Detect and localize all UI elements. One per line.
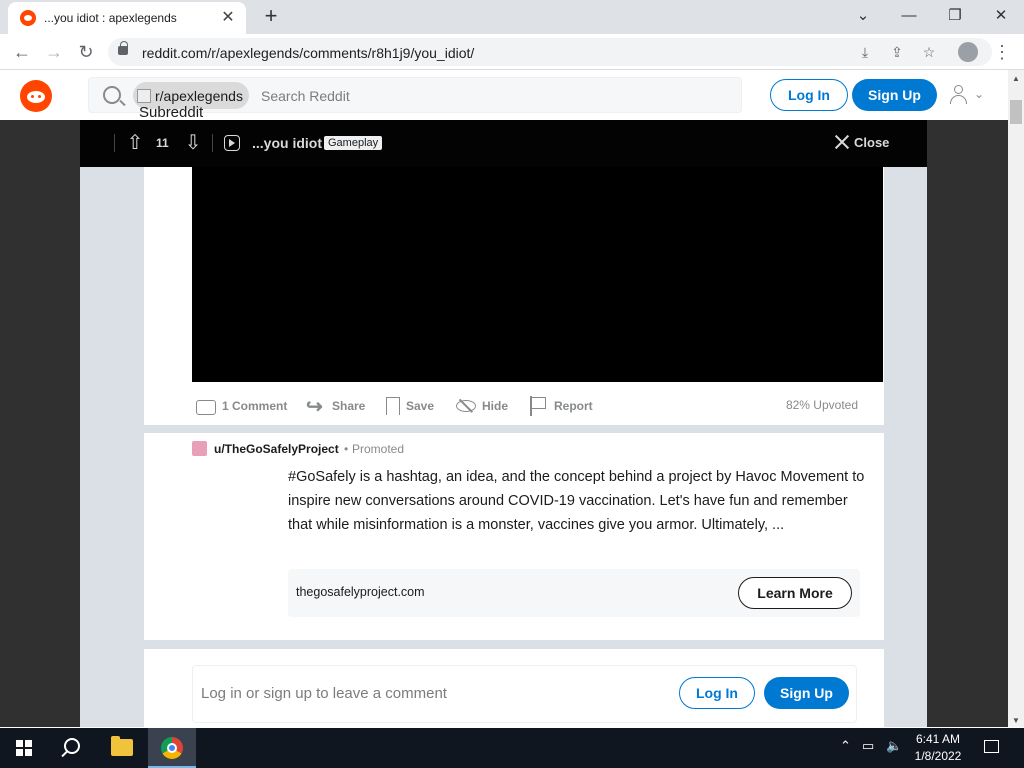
bookmark-icon (386, 397, 400, 415)
page-scrollbar[interactable]: ▲ ▼ (1008, 70, 1024, 727)
comment-login-box: Log in or sign up to leave a comment Log… (192, 665, 857, 723)
minimize-button[interactable]: — (886, 2, 932, 30)
comments-label: 1 Comment (222, 399, 288, 413)
volume-muted-icon[interactable]: 🔈 (886, 738, 902, 754)
tab-close-button[interactable]: ✕ (218, 8, 238, 28)
browser-toolbar: ← → ↻ reddit.com/r/apexlegends/comments/… (0, 34, 1024, 70)
windows-start-icon[interactable] (16, 740, 32, 756)
install-icon[interactable]: ⤓ (854, 42, 876, 62)
video-post-icon (224, 135, 240, 151)
address-bar[interactable]: reddit.com/r/apexlegends/comments/r8h1j9… (108, 38, 992, 66)
promoted-badge: Promoted (352, 442, 405, 456)
clock-time[interactable]: 6:41 AM (910, 732, 966, 746)
promoted-post-card: u/TheGoSafelyProject • Promoted #GoSafel… (144, 433, 884, 640)
taskbar-chrome-button[interactable] (148, 728, 196, 768)
window-close-button[interactable]: ✕ (978, 2, 1024, 30)
browser-tabstrip: ...you idiot : apexlegends ✕ + ⌄ — ❐ ✕ (0, 0, 1024, 34)
reload-icon[interactable]: ↻ (72, 38, 100, 66)
search-input[interactable]: Search Reddit (261, 88, 350, 104)
upvote-icon[interactable]: ⇧ (123, 131, 147, 155)
close-icon (834, 134, 850, 150)
reddit-logo-icon[interactable] (20, 80, 52, 112)
header-login-button[interactable]: Log In (770, 79, 848, 111)
close-label: Close (854, 135, 890, 150)
back-icon[interactable]: ← (8, 38, 36, 66)
network-icon[interactable]: ▭ (862, 738, 874, 754)
profile-avatar-icon[interactable] (958, 42, 978, 62)
scroll-down-icon[interactable]: ▼ (1012, 716, 1020, 725)
user-icon (954, 85, 963, 94)
comment-icon (196, 399, 216, 415)
upvote-ratio: 82% Upvoted (785, 398, 858, 412)
forward-icon[interactable]: → (40, 38, 68, 66)
hide-button[interactable]: Hide (456, 393, 508, 419)
lock-icon (118, 41, 128, 55)
reddit-favicon-icon (20, 10, 36, 26)
search-icon (103, 86, 121, 104)
hide-label: Hide (482, 399, 509, 413)
restore-button[interactable]: ❐ (932, 2, 978, 30)
comment-login-button[interactable]: Log In (679, 677, 755, 709)
promoted-domain[interactable]: thegosafelyproject.com (296, 585, 425, 599)
post-flair[interactable]: Gameplay (324, 136, 383, 150)
promoted-body-text[interactable]: #GoSafely is a hashtag, an idea, and the… (288, 465, 868, 537)
save-button[interactable]: Save (386, 393, 434, 419)
post-actions: 1 Comment Share Save Hide Report 82% Upv… (194, 393, 874, 419)
tray-chevron-up-icon[interactable]: ⌃ (840, 738, 851, 754)
browser-tab[interactable]: ...you idiot : apexlegends ✕ (8, 2, 246, 34)
chrome-icon (161, 737, 183, 759)
comment-card: Log in or sign up to leave a comment Log… (144, 649, 884, 727)
share-label: Share (332, 399, 366, 413)
user-menu-dropdown[interactable]: ⌄ (948, 84, 988, 106)
share-icon (306, 394, 326, 419)
post-overlay: ⇧ 11 ⇩ ...you idiot Gameplay Close 1 Com… (0, 120, 1008, 727)
subreddit-chip-label: r/apexlegends (155, 87, 243, 104)
promoted-separator: • (344, 442, 349, 456)
save-label: Save (406, 399, 435, 413)
subreddit-alt-text: Subreddit (139, 104, 204, 121)
file-explorer-icon[interactable] (111, 736, 133, 756)
report-label: Report (554, 399, 593, 413)
url-text[interactable]: reddit.com/r/apexlegends/comments/r8h1j9… (142, 45, 474, 61)
post-title: ...you idiot (252, 135, 322, 151)
comments-button[interactable]: 1 Comment (196, 393, 287, 419)
promoted-username[interactable]: u/TheGoSafelyProject (214, 442, 339, 456)
tab-title: ...you idiot : apexlegends (44, 11, 177, 25)
video-player[interactable] (192, 167, 883, 382)
post-top-bar: ⇧ 11 ⇩ ...you idiot Gameplay Close (80, 120, 927, 167)
share-page-icon[interactable]: ⇪ (886, 42, 908, 62)
promoted-link-box[interactable]: thegosafelyproject.com Learn More (288, 569, 860, 617)
browser-menu-icon[interactable]: ⋮ (992, 39, 1012, 65)
header-signup-button[interactable]: Sign Up (852, 79, 937, 111)
vote-count: 11 (156, 136, 169, 150)
comment-login-prompt: Log in or sign up to leave a comment (201, 685, 447, 702)
post-card: 1 Comment Share Save Hide Report 82% Upv… (144, 167, 884, 425)
scroll-up-icon[interactable]: ▲ (1012, 74, 1020, 83)
promoted-avatar (192, 441, 207, 456)
flag-icon (528, 396, 548, 416)
bookmark-star-icon[interactable]: ☆ (918, 42, 940, 62)
new-tab-button[interactable]: + (258, 4, 284, 30)
taskbar-search-icon[interactable] (64, 738, 80, 754)
downvote-icon[interactable]: ⇩ (181, 131, 205, 155)
report-button[interactable]: Report (528, 393, 593, 419)
scrollbar-thumb[interactable] (1010, 100, 1022, 124)
share-button[interactable]: Share (306, 393, 365, 419)
notifications-icon[interactable] (984, 740, 999, 753)
hide-eye-icon (456, 400, 476, 412)
clock-date[interactable]: 1/8/2022 (910, 749, 966, 763)
reddit-header: r/apexlegends Subreddit Search Reddit Lo… (0, 70, 1008, 121)
search-bar[interactable]: r/apexlegends Subreddit Search Reddit (88, 77, 742, 121)
comment-signup-button[interactable]: Sign Up (764, 677, 849, 709)
learn-more-button[interactable]: Learn More (738, 577, 852, 609)
subreddit-broken-image-icon (137, 88, 151, 103)
windows-taskbar: ⌃ ▭ 🔈 6:41 AM 1/8/2022 (0, 728, 1024, 768)
tab-search-button[interactable]: ⌄ (840, 2, 886, 30)
chevron-down-icon: ⌄ (974, 87, 985, 101)
